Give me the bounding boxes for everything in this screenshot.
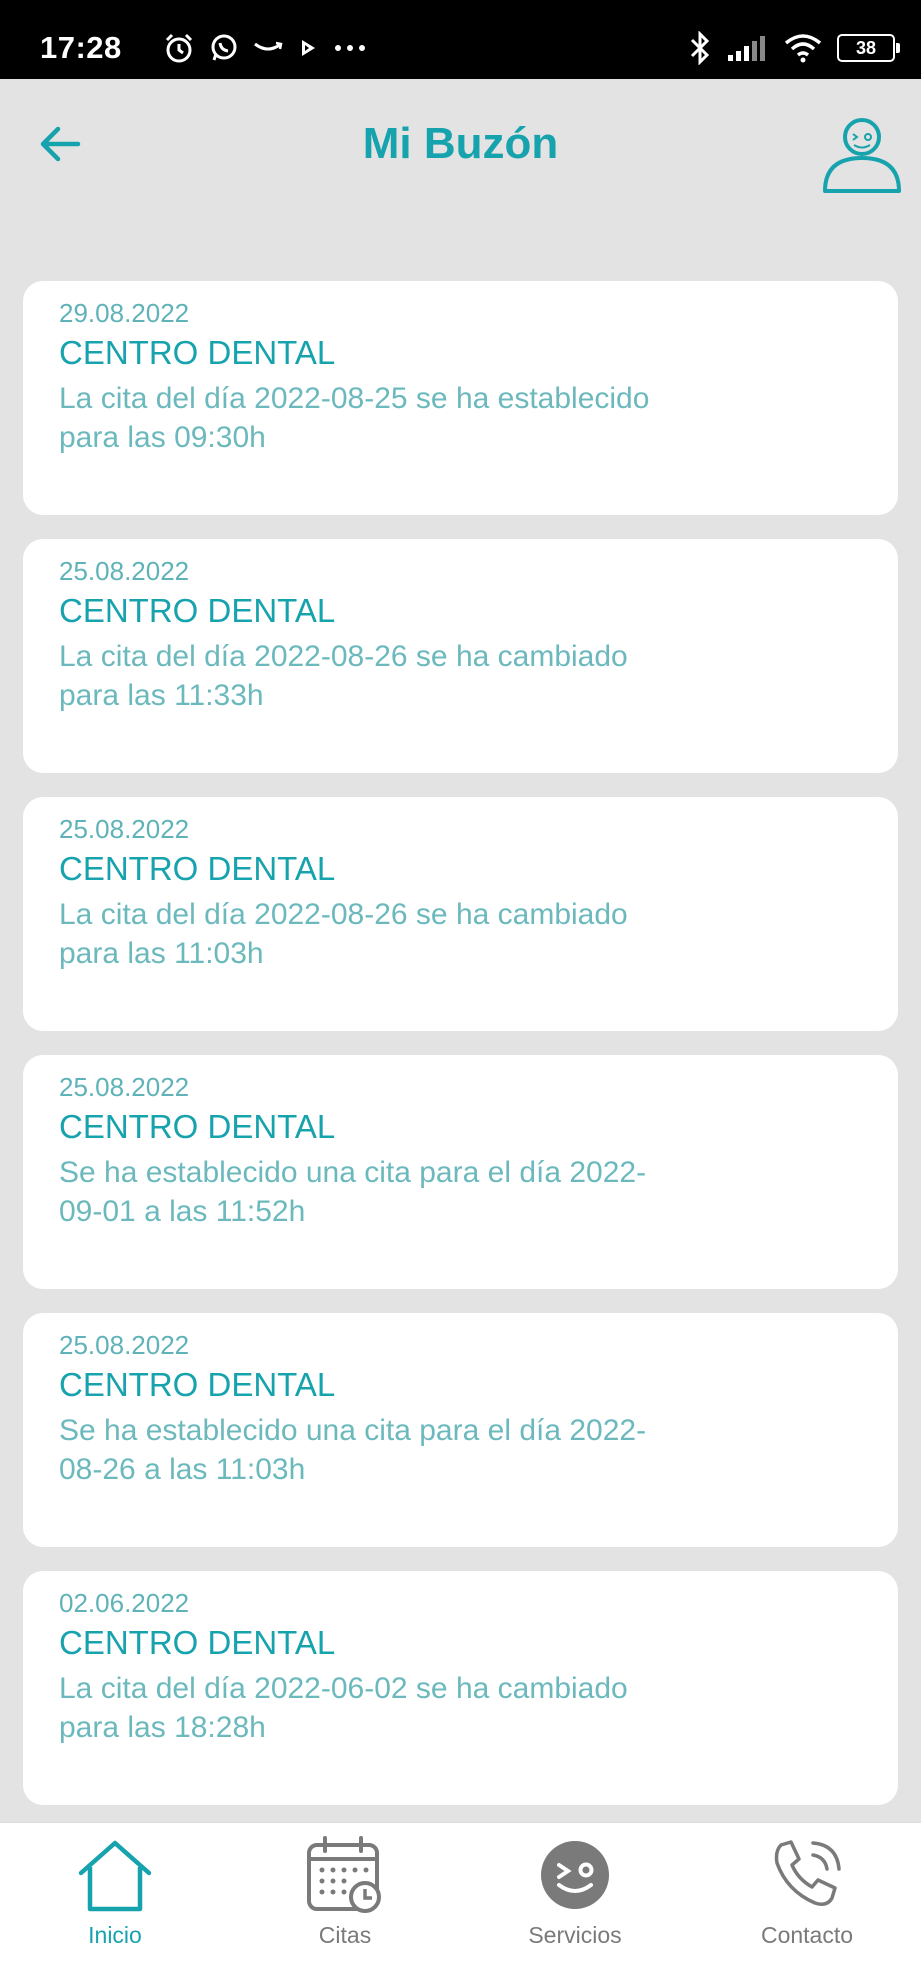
wifi-icon: [784, 34, 822, 63]
bottom-nav: Inicio Citas Servicios Contacto: [0, 1822, 921, 1962]
message-date: 25.08.2022: [59, 1330, 190, 1360]
message-card[interactable]: 29.08.2022 CENTRO DENTAL La cita del día…: [23, 281, 898, 515]
smiley-wink-icon: [541, 1841, 609, 1909]
message-text: Se ha establecido una cita para el día 2…: [59, 1156, 647, 1228]
message-text: La cita del día 2022-08-26 se ha cambiad…: [59, 640, 628, 712]
message-card[interactable]: 25.08.2022 CENTRO DENTAL La cita del día…: [23, 539, 898, 773]
message-sender: CENTRO DENTAL: [59, 1624, 336, 1661]
message-list: 29.08.2022 CENTRO DENTAL La cita del día…: [23, 281, 898, 1829]
calendar-clock-icon: [307, 1836, 381, 1913]
message-card[interactable]: 25.08.2022 CENTRO DENTAL Se ha estableci…: [23, 1055, 898, 1289]
message-text: Se ha establecido una cita para el día 2…: [59, 1414, 647, 1486]
message-date: 25.08.2022: [59, 556, 190, 586]
bluetooth-icon: [690, 31, 710, 65]
alarm-icon: [165, 33, 193, 63]
app-header: Mi Buzón: [0, 79, 921, 219]
message-sender: CENTRO DENTAL: [59, 1108, 336, 1145]
notification-icons: [163, 30, 367, 66]
user-profile-icon: [823, 118, 901, 193]
status-bar: 17:28 38: [0, 0, 921, 79]
signal-icon: [728, 36, 765, 61]
message-card[interactable]: 02.06.2022 CENTRO DENTAL La cita del día…: [23, 1571, 898, 1805]
battery-icon: 38: [837, 34, 900, 62]
message-card[interactable]: 25.08.2022 CENTRO DENTAL Se ha estableci…: [23, 1313, 898, 1547]
nav-item-servicios[interactable]: Servicios: [475, 1823, 675, 1962]
whatsapp-icon: [211, 34, 237, 61]
nav-item-citas[interactable]: Citas: [245, 1823, 445, 1962]
home-icon: [78, 1840, 152, 1912]
nav-item-contacto[interactable]: Contacto: [707, 1823, 907, 1962]
nav-label: Servicios: [528, 1922, 622, 1948]
message-sender: CENTRO DENTAL: [59, 334, 336, 371]
nav-label: Inicio: [88, 1922, 142, 1948]
nav-label: Contacto: [760, 1922, 854, 1948]
play-icon: [302, 40, 315, 56]
amazon-icon: [254, 41, 283, 51]
message-date: 02.06.2022: [59, 1588, 190, 1618]
nav-label: Citas: [318, 1922, 372, 1948]
message-text: La cita del día 2022-08-26 se ha cambiad…: [59, 898, 628, 970]
phone-icon: [774, 1840, 841, 1906]
message-date: 25.08.2022: [59, 814, 190, 844]
message-sender: CENTRO DENTAL: [59, 850, 336, 887]
system-icons: 38: [687, 28, 900, 68]
message-sender: CENTRO DENTAL: [59, 592, 336, 629]
profile-button[interactable]: [822, 114, 902, 194]
nav-item-inicio[interactable]: Inicio: [15, 1823, 215, 1962]
page-title: Mi Buzón: [362, 119, 559, 168]
message-sender: CENTRO DENTAL: [59, 1366, 336, 1403]
message-text: La cita del día 2022-06-02 se ha cambiad…: [59, 1672, 628, 1744]
status-time: 17:28: [40, 30, 122, 65]
message-text: La cita del día 2022-08-25 se ha estable…: [59, 382, 650, 454]
more-icon: [335, 45, 365, 51]
message-card[interactable]: 25.08.2022 CENTRO DENTAL La cita del día…: [23, 797, 898, 1031]
message-date: 29.08.2022: [59, 298, 190, 328]
message-date: 25.08.2022: [59, 1072, 190, 1102]
